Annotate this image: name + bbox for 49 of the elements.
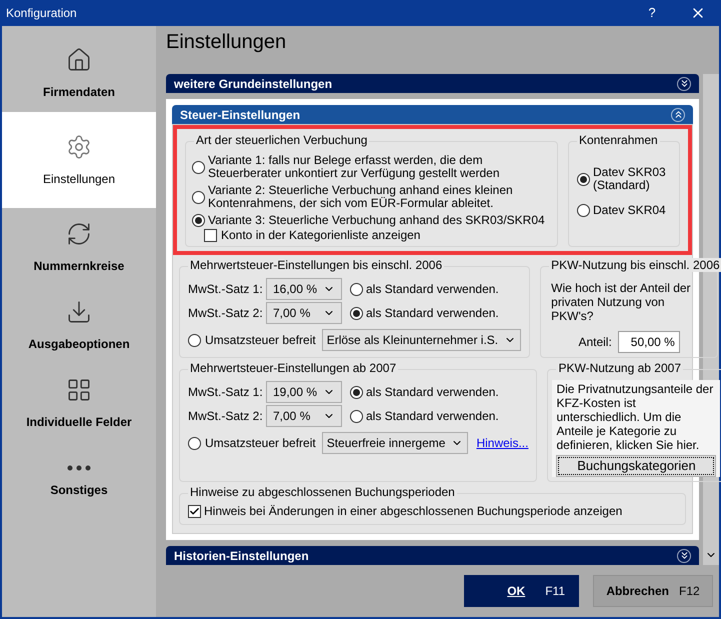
rate-dropdown[interactable]: 7,00 % bbox=[266, 405, 342, 427]
categories-button[interactable]: Buchungskategorien bbox=[556, 455, 716, 477]
radio-label: Variante 3: Steuerliche Verbuchung anhand des SKR03/SKR04 bbox=[208, 214, 545, 227]
ok-button[interactable]: OK F11 bbox=[464, 575, 579, 607]
page-heading: Einstellungen bbox=[166, 30, 288, 55]
group-label: PKW-Nutzung bis einschl. 2006 bbox=[549, 258, 721, 272]
radio-label: Variante 2: Steuerliche Verbuchung anhand eines kleinen Kontenrahmens, der sich vom EÜR-Formular ableitet. bbox=[208, 184, 514, 210]
exempt-dropdown[interactable]: Steuerfreie innergeme bbox=[322, 432, 468, 454]
sidebar-item[interactable]: Einstellungen bbox=[2, 112, 156, 208]
rate-dropdown[interactable]: 16,00 % bbox=[266, 278, 342, 300]
window-title: Konfiguration bbox=[6, 6, 77, 20]
group-label: Kontenrahmen bbox=[577, 133, 660, 147]
section-title: weitere Grundeinstellungen bbox=[174, 76, 332, 90]
group-label: Art der steuerlichen Verbuchung bbox=[194, 133, 370, 147]
radio-label: als Standard verwenden. bbox=[366, 306, 499, 320]
sidebar-item[interactable]: Nummernkreise bbox=[2, 208, 156, 286]
group-label: Mehrwertsteuer-Einstellungen ab 2007 bbox=[188, 361, 398, 375]
group-label: PKW-Nutzung ab 2007 bbox=[556, 361, 683, 375]
help-button[interactable]: ? bbox=[629, 6, 675, 20]
checkbox-label: Konto in der Kategorienliste anzeigen bbox=[221, 228, 420, 242]
section-title: Historien-Einstellungen bbox=[174, 548, 309, 562]
radio-label: Datev SKR03 (Standard) bbox=[593, 166, 667, 192]
section-title: Steuer-Einstellungen bbox=[180, 108, 300, 122]
share-input[interactable]: 50,00 % bbox=[618, 331, 680, 353]
field-label: Anteil: bbox=[578, 335, 612, 349]
section-header[interactable]: weitere Grundeinstellungen bbox=[166, 74, 699, 93]
radio-label: Datev SKR04 bbox=[593, 204, 666, 217]
info-text: Die Privatnutzungsanteile der KFZ-Kosten ist unterschiedlich. Um die Anteile je Kategorie zu definieren, klicken Sie hier. bbox=[556, 382, 714, 452]
radio-label: Variante 1: falls nur Belege erfasst werden, die dem Steuerberater unkontiert zur Verfügung gestellt werden bbox=[208, 154, 501, 180]
group-label: Mehrwertsteuer-Einstellungen bis einschl. 2006 bbox=[188, 258, 444, 272]
exempt-dropdown[interactable]: Erlöse als Kleinunternehmer i.S. bbox=[322, 329, 522, 351]
checkbox-label: Hinweis bei Änderungen in einer abgeschlossenen Buchungsperiode anzeigen bbox=[204, 504, 622, 518]
hint-link[interactable]: Hinweis... bbox=[476, 436, 528, 450]
section-header[interactable]: Historien-Einstellungen bbox=[166, 546, 699, 565]
sidebar-item[interactable]: Firmendaten bbox=[2, 34, 156, 112]
question-text: Wie hoch ist der Anteil der privaten Nutzung von PKW's? bbox=[550, 281, 692, 323]
group-label: Hinweise zu abgeschlossenen Buchungsperioden bbox=[188, 485, 457, 499]
section-header[interactable]: Steuer-Einstellungen bbox=[172, 105, 693, 124]
cancel-button[interactable]: Abbrechen F12 bbox=[593, 575, 713, 607]
radio-label: als Standard verwenden. bbox=[366, 282, 499, 296]
rate-dropdown[interactable]: 7,00 % bbox=[266, 302, 342, 324]
radio-label: als Standard verwenden. bbox=[366, 409, 499, 423]
sidebar-item[interactable]: Sonstiges bbox=[2, 442, 156, 520]
rate-dropdown[interactable]: 19,00 % bbox=[266, 381, 342, 403]
radio-label: als Standard verwenden. bbox=[366, 385, 499, 399]
radio-label: Umsatzsteuer befreit bbox=[205, 333, 316, 347]
radio-label: Umsatzsteuer befreit bbox=[205, 436, 316, 450]
sidebar-item[interactable]: Ausgabeoptionen bbox=[2, 286, 156, 364]
sidebar-item[interactable]: Individuelle Felder bbox=[2, 364, 156, 442]
